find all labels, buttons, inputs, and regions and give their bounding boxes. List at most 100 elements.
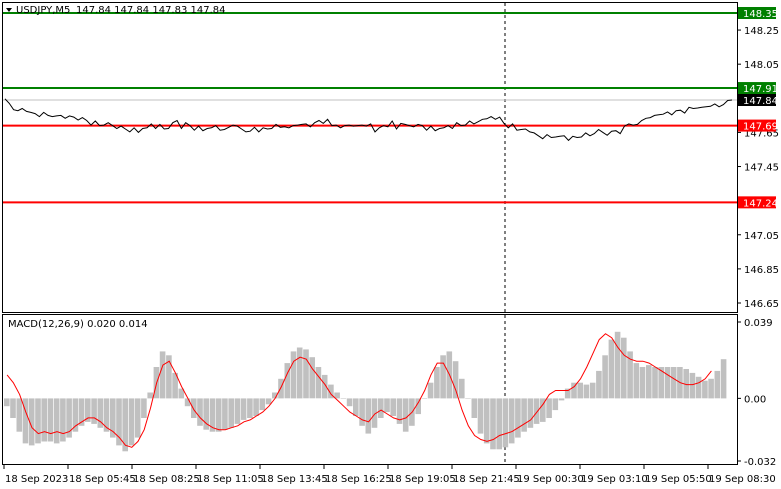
macd-bar — [134, 398, 141, 438]
macd-bar — [515, 398, 521, 438]
macd-bar — [583, 384, 590, 399]
macd-bar — [278, 378, 284, 399]
macd-bar — [664, 367, 671, 399]
time-tick-label: 18 Sep 11:05 — [197, 474, 264, 485]
macd-bar — [427, 382, 434, 399]
macd-axis: 0.039 0.00 -0.032 — [737, 318, 776, 468]
symbol-label: USDJPY,M5 — [16, 5, 70, 16]
time-tick-label: 18 Sep 08:25 — [133, 474, 200, 485]
price-axis: 148.25148.05147.65147.45147.05146.85146.… — [737, 26, 779, 310]
macd-bar — [477, 398, 484, 434]
macd-bar — [340, 398, 347, 399]
macd-bar — [633, 363, 640, 399]
macd-bar — [35, 398, 41, 444]
macd-bar — [434, 367, 440, 399]
time-tick-label: 18 Sep 16:25 — [325, 474, 392, 485]
macd-bar — [421, 398, 428, 399]
macd-bar — [602, 355, 608, 399]
price-tick-label: 148.05 — [744, 60, 779, 71]
macd-bar — [284, 363, 291, 399]
macd-bar — [296, 347, 303, 399]
macd-bar — [215, 398, 222, 432]
level-tag-label: 148.35 — [743, 9, 778, 20]
chart-canvas[interactable]: 148.25148.05147.65147.45147.05146.85146.… — [0, 0, 781, 489]
macd-bar — [159, 351, 166, 399]
macd-bar — [346, 398, 353, 407]
time-tick-label: 19 Sep 00:30 — [517, 474, 584, 485]
macd-bar — [240, 398, 247, 420]
macd-bar — [53, 398, 60, 444]
macd-label: MACD(12,26,9) 0.020 0.014 — [8, 319, 148, 330]
time-tick-label: 19 Sep 05:50 — [645, 474, 712, 485]
macd-bar — [147, 392, 153, 399]
macd-bar — [546, 398, 552, 418]
macd-bar — [608, 339, 615, 399]
macd-bar — [402, 398, 409, 432]
macd-bar — [621, 337, 627, 399]
macd-bar — [714, 370, 721, 399]
time-tick-label: 18 Sep 05:45 — [69, 474, 136, 485]
time-tick-label: 18 Sep 13:45 — [261, 474, 328, 485]
macd-bar — [558, 398, 565, 401]
price-tick-label: 146.65 — [744, 299, 779, 310]
macd-bar — [471, 398, 478, 418]
macd-bar — [384, 398, 390, 413]
macd-bar — [116, 398, 122, 446]
macd-bar — [490, 398, 496, 450]
time-tick-label: 18 Sep 19:05 — [389, 474, 456, 485]
time-tick-label: 19 Sep 03:10 — [581, 474, 648, 485]
macd-bar — [646, 365, 652, 399]
macd-bar — [47, 398, 54, 442]
macd-bar — [440, 355, 446, 399]
macd-bar — [309, 357, 315, 399]
price-tick-label: 146.85 — [744, 265, 779, 276]
macd-bar — [452, 361, 459, 399]
price-tick-label: 147.05 — [744, 231, 779, 242]
level-tag-label: 147.69 — [743, 122, 778, 133]
macd-bar — [390, 398, 396, 416]
macd-bar — [290, 351, 297, 399]
macd-bar — [527, 398, 534, 428]
macd-bar — [141, 398, 147, 418]
macd-bar — [689, 372, 696, 399]
time-tick-label: 19 Sep 08:30 — [709, 474, 776, 485]
price-tick-label: 148.25 — [744, 26, 779, 37]
level-tag-label: 147.24 — [743, 198, 778, 209]
macd-bar — [465, 398, 471, 399]
current-price-label: 147.84 — [743, 96, 778, 107]
macd-bar — [303, 349, 309, 399]
macd-bar — [496, 398, 502, 450]
macd-bar — [702, 380, 708, 399]
macd-bar — [41, 398, 47, 442]
price-line — [4, 98, 733, 142]
price-levels[interactable]: 148.35 147.91 147.69 147.24 147.84 — [3, 7, 778, 209]
macd-bar — [128, 398, 135, 446]
macd-bar — [259, 398, 266, 411]
macd-bar — [247, 398, 253, 418]
macd-bar — [359, 398, 365, 426]
macd-bar — [652, 367, 658, 399]
macd-bar — [720, 359, 727, 399]
macd-bar — [4, 398, 10, 407]
macd-bar — [589, 382, 596, 399]
macd-bar — [502, 398, 509, 448]
macd-bar — [253, 398, 259, 416]
macd-bar — [10, 398, 16, 418]
ohlc-label: 147.84 147.84 147.83 147.84 — [76, 5, 226, 16]
macd-bar — [596, 370, 602, 399]
macd-tick-label: 0.039 — [744, 318, 773, 329]
macd-bar — [315, 367, 322, 399]
time-axis: 18 Sep 2023 18 Sep 05:4518 Sep 08:2518 Se… — [3, 464, 776, 485]
price-panel-frame — [2, 2, 738, 313]
macd-bar — [191, 398, 197, 418]
macd-bar — [122, 398, 128, 452]
triangle-down-icon[interactable] — [6, 8, 12, 12]
macd-bar — [695, 376, 702, 399]
macd-bar — [708, 378, 714, 399]
macd-bar — [459, 378, 465, 399]
macd-bar — [508, 398, 515, 444]
macd-bar — [378, 398, 384, 418]
macd-bar — [483, 398, 490, 444]
macd-bar — [577, 382, 583, 399]
macd-bar — [670, 367, 677, 399]
